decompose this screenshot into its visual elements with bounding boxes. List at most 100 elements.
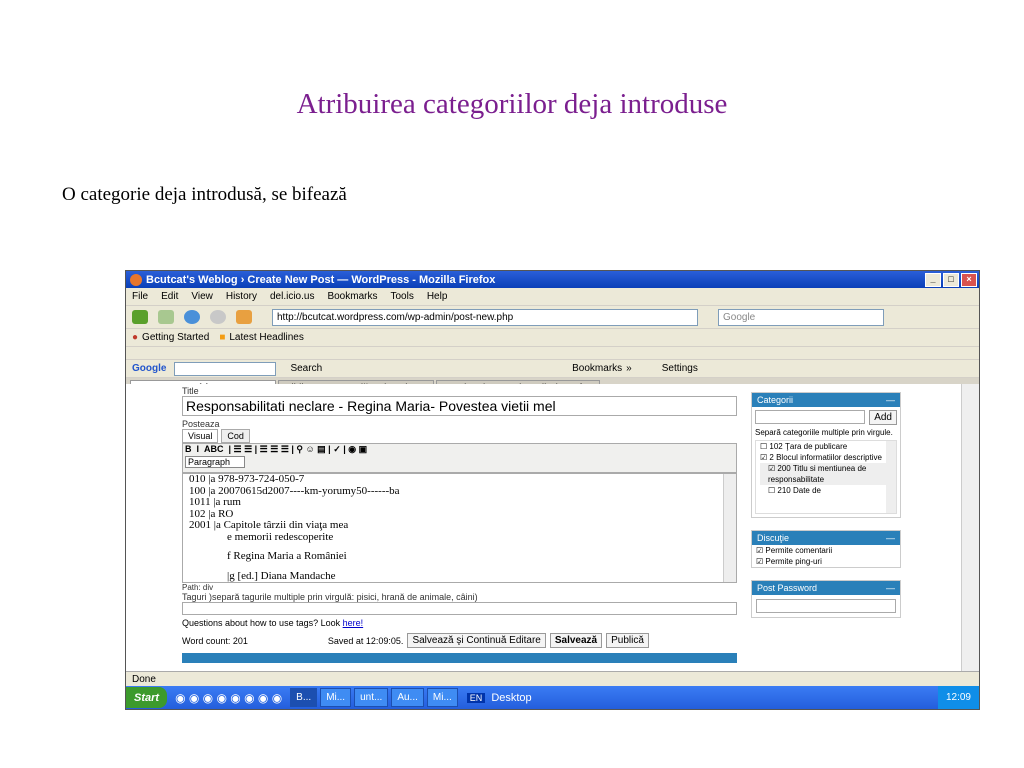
desktop-toolbar[interactable]: Desktop	[491, 692, 531, 704]
editor-path: Path: div	[182, 583, 214, 592]
category-item[interactable]: ☑ 200 Titlu si mentiunea de responsabili…	[760, 463, 896, 485]
slide-subtitle: O categorie deja introdusă, se bifează	[62, 184, 347, 205]
format-buttons[interactable]: B I ABC | ☰ ☰ | ☰ ☰ ☰ | ⚲ ☺ ▤ | ✓ | ◉ ▣	[185, 444, 736, 457]
task-mi-1[interactable]: Mi...	[320, 688, 352, 707]
bookmark-latest-headlines[interactable]: Latest Headlines	[229, 332, 304, 343]
allow-comments-option[interactable]: ☑ Permite comentarii	[752, 545, 900, 556]
password-header[interactable]: Post Password —	[752, 581, 900, 595]
saved-status: Saved at 12:09:05.	[327, 635, 404, 646]
back-icon[interactable]	[132, 310, 148, 324]
maximize-button[interactable]: □	[943, 272, 959, 287]
category-label: 210 Date de	[777, 486, 821, 495]
close-button[interactable]: ×	[961, 272, 977, 287]
stop-icon[interactable]	[210, 310, 226, 324]
tags-hint: Taguri )separă tagurile multiple prin vi…	[182, 592, 478, 602]
google-toolbar: Google Search Bookmarks » Settings	[126, 360, 979, 378]
checkbox[interactable]: ☑	[768, 464, 777, 473]
allow-pings-option[interactable]: ☑ Permite ping-uri	[752, 556, 900, 567]
category-item[interactable]: ☑ 2 Blocul informatiilor descriptive	[760, 452, 896, 463]
url-input[interactable]: http://bcutcat.wordpress.com/wp-admin/po…	[272, 308, 698, 326]
menu-history[interactable]: History	[226, 291, 257, 302]
home-icon[interactable]	[236, 310, 252, 324]
categories-title: Categorii	[757, 395, 794, 405]
editor-scrollbar[interactable]	[723, 474, 736, 582]
menu-bar: File Edit View History del.icio.us Bookm…	[126, 288, 979, 306]
page-content: Title Responsabilitati neclare - Regina …	[126, 384, 961, 671]
format-select-row: Paragraph	[185, 456, 736, 470]
new-category-input[interactable]	[755, 410, 866, 424]
body-line: 010 |a 978-973-724-050-7	[189, 473, 305, 485]
checkbox[interactable]: ☐	[768, 486, 777, 495]
category-item[interactable]: ☐ 102 Ţara de publicare	[760, 441, 896, 452]
menu-bookmarks[interactable]: Bookmarks	[327, 291, 377, 302]
google-settings-button[interactable]: Settings	[662, 363, 698, 374]
editor-tabs: Visual Cod	[182, 429, 737, 443]
forward-icon[interactable]	[158, 310, 174, 324]
tags-input[interactable]	[182, 602, 737, 615]
quicklaunch-icons[interactable]: ◉ ◉ ◉ ◉ ◉ ◉ ◉ ◉	[175, 691, 282, 705]
category-scrollbar[interactable]	[886, 441, 896, 513]
checkbox[interactable]: ☑	[756, 546, 765, 555]
system-tray: 12:09	[937, 686, 979, 709]
allow-comments-label: Permite comentarii	[765, 546, 833, 555]
add-category-button[interactable]: Add	[869, 410, 897, 425]
body-line: 100 |a 20070615d2007----km-yorumy50-----…	[189, 484, 400, 497]
editor-toolbar: B I ABC | ☰ ☰ | ☰ ☰ ☰ | ⚲ ☺ ▤ | ✓ | ◉ ▣ …	[182, 443, 737, 473]
checkbox[interactable]: ☑	[756, 557, 765, 566]
post-password-input[interactable]	[756, 599, 896, 613]
discussion-header[interactable]: Discuţie —	[752, 531, 900, 545]
task-unt[interactable]: unt...	[354, 688, 389, 707]
menu-delicious[interactable]: del.icio.us	[270, 291, 314, 302]
add-category-row: Add	[755, 410, 897, 425]
task-firefox[interactable]: B...	[290, 688, 318, 707]
reload-icon[interactable]	[184, 310, 200, 324]
language-indicator[interactable]: EN	[466, 692, 486, 703]
start-button[interactable]: Start	[126, 687, 168, 708]
save-button[interactable]: Salvează	[549, 633, 603, 648]
window-titlebar: Bcutcat's Weblog › Create New Post — Wor…	[126, 271, 979, 288]
title-label: Title	[182, 386, 199, 396]
window-title: Bcutcat's Weblog › Create New Post — Wor…	[146, 273, 496, 286]
category-label: 2 Blocul informatiilor descriptive	[769, 453, 882, 462]
blank-toolbar	[126, 347, 979, 360]
tab-code[interactable]: Cod	[221, 429, 250, 443]
categories-header[interactable]: Categorii —	[752, 393, 900, 407]
slide-title: Atribuirea categoriilor deja introduse	[296, 88, 728, 120]
page-scrollbar[interactable]	[961, 384, 979, 671]
google-toolbar-input[interactable]	[174, 361, 277, 376]
category-label: 102 Ţara de publicare	[769, 442, 848, 451]
save-continue-button[interactable]: Salvează şi Continuă Editare	[407, 633, 546, 648]
google-logo: Google	[132, 363, 167, 374]
google-more-button[interactable]: »	[626, 363, 632, 374]
menu-tools[interactable]: Tools	[390, 291, 413, 302]
task-au[interactable]: Au...	[391, 688, 424, 707]
clock: 12:09	[945, 692, 971, 703]
menu-edit[interactable]: Edit	[161, 291, 178, 302]
body-line: 2001 |a Capitole târzii din viaţa mea	[189, 519, 349, 531]
category-item[interactable]: ☐ 210 Date de	[760, 485, 896, 496]
publish-button[interactable]: Publică	[606, 633, 649, 648]
checkbox[interactable]: ☐	[760, 442, 769, 451]
editor-body[interactable]: 010 |a 978-973-724-050-7 100 |a 20070615…	[182, 473, 737, 583]
search-input[interactable]: Google	[718, 308, 884, 326]
post-title-input[interactable]: Responsabilitati neclare - Regina Maria-…	[182, 396, 737, 416]
word-count: Word count: 201	[182, 635, 248, 646]
google-bookmarks-button[interactable]: Bookmarks	[572, 363, 622, 374]
categories-box: Categorii — Add Separă categoriile multip…	[751, 392, 901, 518]
browser-screenshot: Bcutcat's Weblog › Create New Post — Wor…	[125, 270, 980, 710]
menu-help[interactable]: Help	[427, 291, 448, 302]
menu-file[interactable]: File	[132, 291, 148, 302]
checkbox[interactable]: ☑	[760, 453, 769, 462]
footer-bar	[182, 653, 737, 663]
format-select[interactable]: Paragraph	[185, 456, 246, 468]
password-title: Post Password	[757, 583, 818, 593]
taskbar: Start ◉ ◉ ◉ ◉ ◉ ◉ ◉ ◉ B... Mi... unt... …	[126, 686, 979, 709]
task-mi-2[interactable]: Mi...	[426, 688, 458, 707]
tags-help-link[interactable]: here!	[343, 618, 364, 628]
google-search-button[interactable]: Search	[290, 363, 322, 374]
tab-visual[interactable]: Visual	[182, 429, 219, 443]
bookmarks-toolbar: ● Getting Started ■ Latest Headlines	[126, 329, 979, 347]
minimize-button[interactable]: _	[925, 272, 941, 287]
menu-view[interactable]: View	[191, 291, 213, 302]
bookmark-getting-started[interactable]: Getting Started	[142, 332, 209, 343]
